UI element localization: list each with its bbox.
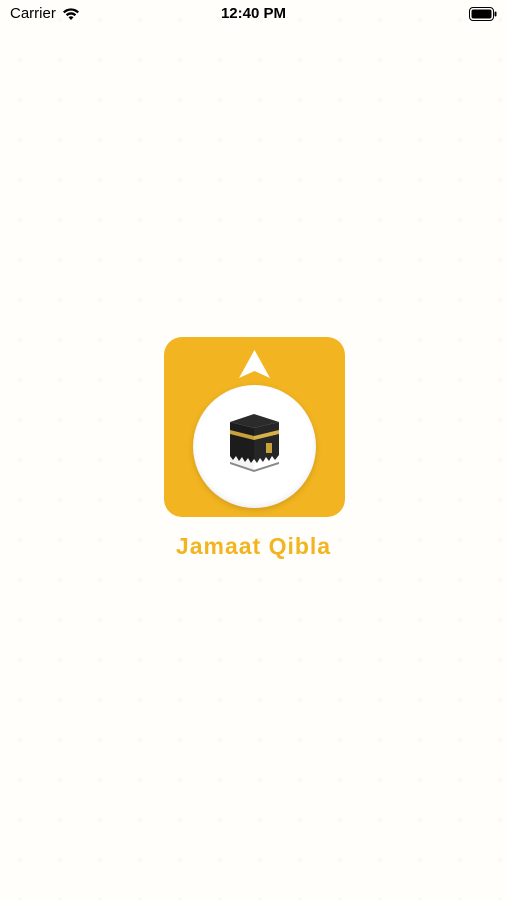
status-time: 12:40 PM: [220, 5, 287, 22]
app-logo: [164, 337, 345, 517]
battery-icon: [469, 7, 497, 21]
direction-arrow-icon: [239, 350, 270, 378]
compass-circle: [193, 385, 316, 508]
kaaba-icon: [230, 414, 279, 472]
status-bar: Carrier 12:40 PM: [0, 0, 507, 30]
app-name: Jamaat Qibla: [175, 533, 332, 559]
